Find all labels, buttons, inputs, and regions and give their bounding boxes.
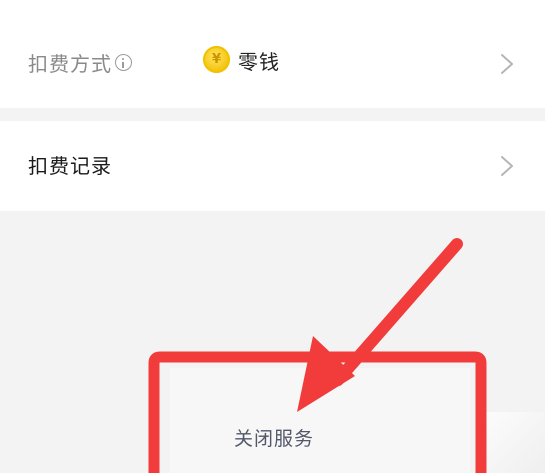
coin-icon: ¥ bbox=[203, 46, 230, 73]
close-service-label: 关闭服务 bbox=[234, 428, 315, 450]
pointing-arrow-shaft bbox=[332, 238, 463, 386]
payment-method-label-group: 扣费方式 bbox=[28, 48, 132, 77]
watermark bbox=[485, 412, 545, 473]
chevron-right-icon bbox=[501, 54, 513, 74]
deduction-history-label: 扣费记录 bbox=[28, 154, 112, 178]
info-icon[interactable] bbox=[115, 54, 132, 71]
payment-method-row[interactable]: 扣费方式 ¥ 零钱 bbox=[0, 0, 545, 108]
payment-method-label: 扣费方式 bbox=[28, 52, 112, 76]
close-service-button[interactable] bbox=[170, 368, 470, 473]
coin-symbol: ¥ bbox=[211, 52, 222, 67]
chevron-right-icon bbox=[501, 156, 513, 176]
payment-method-value: 零钱 bbox=[238, 50, 280, 74]
